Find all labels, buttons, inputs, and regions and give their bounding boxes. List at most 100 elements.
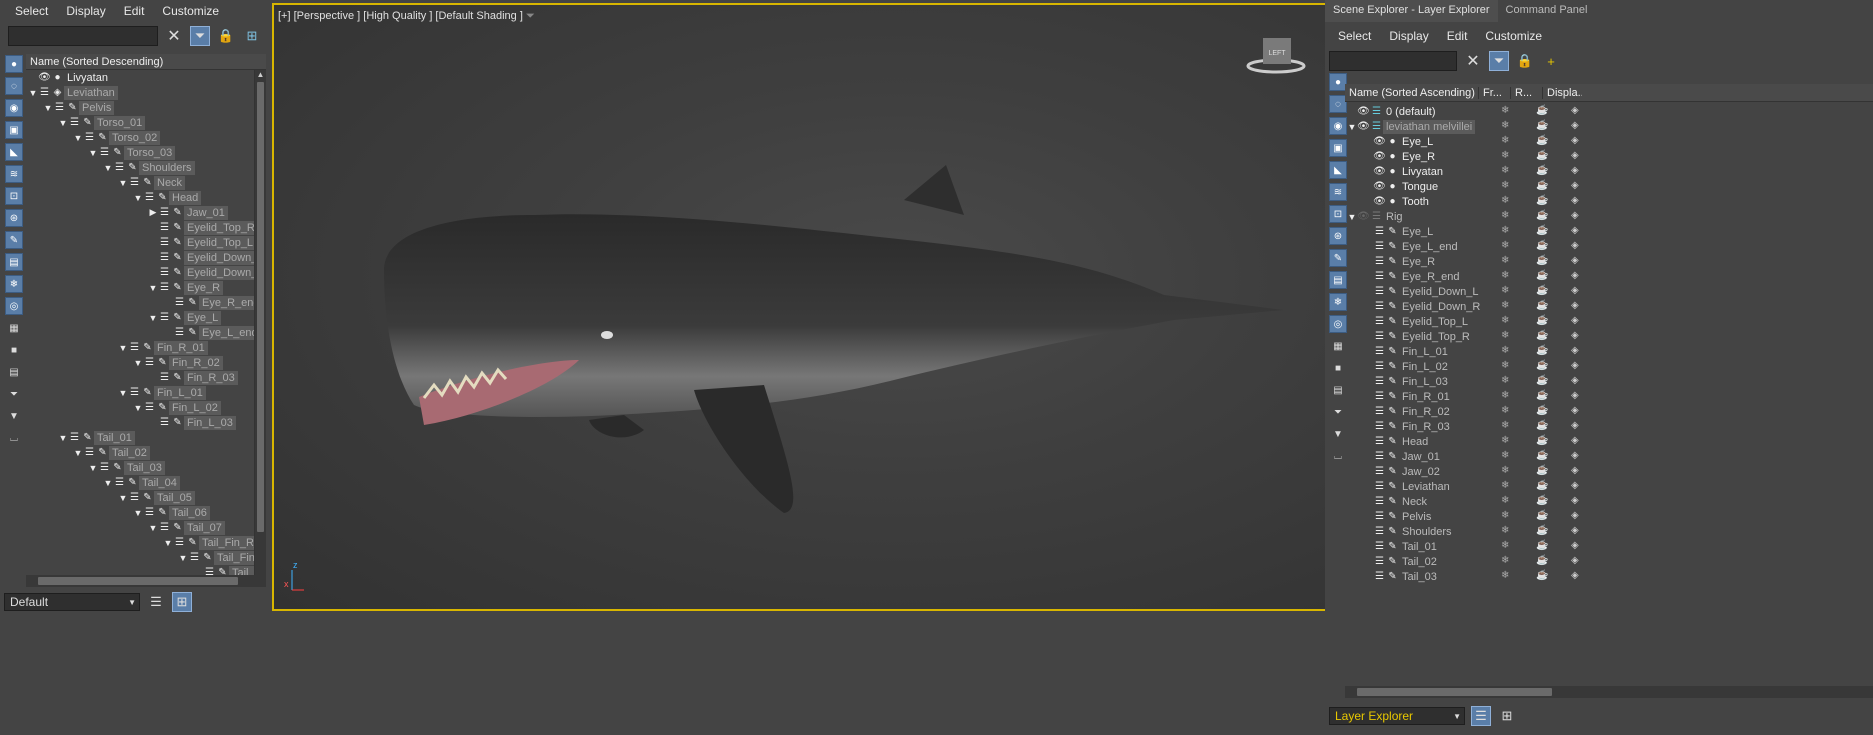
tree-row[interactable]: ▼☰✎Tail_Fin_R_02 bbox=[178, 550, 254, 565]
left-horizontal-scrollbar[interactable] bbox=[26, 575, 266, 587]
render-toggle-icon[interactable]: ☕ bbox=[1536, 210, 1548, 221]
display-mode-icon[interactable]: ◈ bbox=[1571, 360, 1579, 371]
expand-toggle-icon[interactable]: ▼ bbox=[148, 523, 158, 533]
display-mode-icon[interactable]: ◈ bbox=[1571, 135, 1579, 146]
spacewarp-filter-icon[interactable]: ≋ bbox=[5, 165, 23, 183]
visibility-eye-icon[interactable]: 👁 bbox=[38, 72, 51, 83]
freeze-toggle-icon[interactable]: ❄ bbox=[1501, 285, 1509, 296]
visibility-eye-icon[interactable]: 👁 bbox=[1357, 211, 1370, 222]
expand-toggle-icon[interactable]: ▼ bbox=[148, 283, 158, 293]
layers-icon[interactable]: ☰ bbox=[1373, 571, 1386, 582]
layers-icon[interactable]: ☰ bbox=[1373, 481, 1386, 492]
layers-icon[interactable]: ☰ bbox=[1373, 241, 1386, 252]
selection-set-icon[interactable]: ⌴ bbox=[5, 429, 23, 447]
layers-mode-icon[interactable]: ☰ bbox=[1471, 706, 1491, 726]
display-mode-icon[interactable]: ◈ bbox=[1571, 555, 1579, 566]
expand-toggle-icon[interactable]: ▼ bbox=[1347, 122, 1357, 132]
display-mode-icon[interactable]: ◈ bbox=[1571, 450, 1579, 461]
layers-icon[interactable]: ☰ bbox=[128, 492, 141, 503]
tree-row[interactable]: ▼ ☰ ✎ Tail_02 bbox=[73, 445, 150, 460]
visibility-eye-icon[interactable]: 👁 bbox=[1373, 181, 1386, 192]
layers-icon[interactable]: ☰ bbox=[158, 252, 171, 263]
layers-icon[interactable]: ☰ bbox=[128, 342, 141, 353]
freeze-toggle-icon[interactable]: ❄ bbox=[1501, 270, 1509, 281]
display-mode-icon[interactable]: ◈ bbox=[1571, 495, 1579, 506]
freeze-toggle-icon[interactable]: ❄ bbox=[1501, 525, 1509, 536]
tree-row[interactable]: ▼ ☰ ✎ Tail_06 bbox=[133, 505, 210, 520]
tree-row[interactable]: ▼ ☰ ✎ Eye_L bbox=[148, 310, 222, 325]
tree-row[interactable]: ☰✎Eyelid_Down_R bbox=[148, 250, 254, 265]
layers-icon[interactable]: ☰ bbox=[1373, 511, 1386, 522]
freeze-toggle-icon[interactable]: ❄ bbox=[1501, 390, 1509, 401]
display-mode-icon[interactable]: ◈ bbox=[1571, 390, 1579, 401]
layer-row[interactable]: ☰ ✎ Shoulders bbox=[1363, 524, 1455, 539]
expand-toggle-icon[interactable]: ▼ bbox=[148, 313, 158, 323]
display-mode-icon[interactable]: ◈ bbox=[1571, 300, 1579, 311]
layers-icon[interactable]: ☰ bbox=[1373, 301, 1386, 312]
tree-row[interactable]: ▼ ☰ ✎ Shoulders bbox=[103, 160, 195, 175]
right-horizontal-scrollbar[interactable] bbox=[1345, 686, 1873, 698]
layer-row[interactable]: 👁 ● Eye_R bbox=[1363, 149, 1438, 164]
layers-icon[interactable]: ☰ bbox=[113, 477, 126, 488]
expand-toggle-icon[interactable]: ▼ bbox=[1347, 212, 1357, 222]
render-toggle-icon[interactable]: ☕ bbox=[1536, 405, 1548, 416]
display-mode-icon[interactable]: ◈ bbox=[1571, 165, 1579, 176]
freeze-toggle-icon[interactable]: ❄ bbox=[1501, 180, 1509, 191]
layer-row[interactable]: ☰ ✎ Leviathan bbox=[1363, 479, 1453, 494]
tree-row[interactable]: ▼ ☰ ✎ Tail_03 bbox=[88, 460, 165, 475]
layers-icon[interactable]: ☰ bbox=[158, 267, 171, 278]
expand-toggle-icon[interactable]: ▼ bbox=[58, 433, 68, 443]
render-toggle-icon[interactable]: ☕ bbox=[1536, 420, 1548, 431]
layers-icon[interactable]: ☰ bbox=[158, 282, 171, 293]
tree-row[interactable]: ☰ ✎ Fin_R_03 bbox=[148, 370, 238, 385]
tree-row[interactable]: 👁 ● Livyatan bbox=[28, 70, 111, 85]
layers-icon[interactable]: ☰ bbox=[158, 417, 171, 428]
freeze-toggle-icon[interactable]: ❄ bbox=[1501, 540, 1509, 551]
layer-row[interactable]: ☰ ✎ Eyelid_Top_L bbox=[1363, 314, 1471, 329]
col-display[interactable]: Displa... bbox=[1542, 86, 1582, 99]
layer-row[interactable]: ☰ ✎ Eyelid_Down_L bbox=[1363, 284, 1481, 299]
layers-icon[interactable]: ☰ bbox=[1373, 391, 1386, 402]
freeze-toggle-icon[interactable]: ❄ bbox=[1501, 210, 1509, 221]
col-frozen[interactable]: Fr... bbox=[1478, 86, 1510, 99]
menu-display[interactable]: Display bbox=[57, 4, 114, 18]
menu-edit[interactable]: Edit bbox=[115, 4, 154, 18]
layer-row[interactable]: ☰ ✎ Head bbox=[1363, 434, 1431, 449]
layers-icon[interactable]: ☰ bbox=[158, 222, 171, 233]
display-mode-icon[interactable]: ◈ bbox=[1571, 195, 1579, 206]
left-search-input[interactable] bbox=[8, 26, 158, 46]
freeze-toggle-icon[interactable]: ❄ bbox=[1501, 225, 1509, 236]
layers-icon[interactable]: ☰ bbox=[1373, 421, 1386, 432]
layer-row[interactable]: ☰ ✎ Tail_03 bbox=[1363, 569, 1440, 584]
layers-icon[interactable]: ☰ bbox=[143, 192, 156, 203]
tree-row[interactable]: ▼ ☰ ✎ Fin_L_02 bbox=[133, 400, 221, 415]
expand-toggle-icon[interactable]: ▼ bbox=[118, 493, 128, 503]
freeze-toggle-icon[interactable]: ❄ bbox=[1501, 450, 1509, 461]
layer-row[interactable]: ☰ ✎ Fin_R_01 bbox=[1363, 389, 1453, 404]
display-mode-icon[interactable]: ◈ bbox=[1571, 255, 1579, 266]
freeze-toggle-icon[interactable]: ❄ bbox=[1501, 510, 1509, 521]
lock-icon[interactable]: 🔒 bbox=[1515, 51, 1535, 71]
layers-icon[interactable]: ☰ bbox=[1373, 376, 1386, 387]
layers-icon[interactable]: ☰ bbox=[83, 447, 96, 458]
layers-icon[interactable]: ☰ bbox=[98, 462, 111, 473]
particle-filter-icon[interactable]: ❄ bbox=[5, 275, 23, 293]
render-toggle-icon[interactable]: ☕ bbox=[1536, 225, 1548, 236]
layers-icon[interactable]: ☰ bbox=[1373, 436, 1386, 447]
layer-row[interactable]: ▼ 👁 ☰ leviathan melvillei bbox=[1347, 119, 1476, 134]
light-filter-icon[interactable]: ◉ bbox=[5, 99, 23, 117]
layers-icon[interactable]: ☰ bbox=[203, 567, 216, 575]
display-mode-icon[interactable]: ◈ bbox=[1571, 465, 1579, 476]
freeze-toggle-icon[interactable]: ❄ bbox=[1501, 405, 1509, 416]
layers-icon[interactable]: ☰ bbox=[128, 177, 141, 188]
invert-icon[interactable]: ▤ bbox=[5, 363, 23, 381]
group-filter-icon[interactable]: ⊡ bbox=[5, 187, 23, 205]
whale-model[interactable] bbox=[384, 165, 1284, 513]
layers-icon[interactable]: ☰ bbox=[1373, 466, 1386, 477]
layers-icon[interactable]: ☰ bbox=[83, 132, 96, 143]
freeze-toggle-icon[interactable]: ❄ bbox=[1501, 375, 1509, 386]
col-render[interactable]: R... bbox=[1510, 86, 1542, 99]
freeze-toggle-icon[interactable]: ❄ bbox=[1501, 240, 1509, 251]
hierarchy-mode-icon[interactable]: ⊞ bbox=[172, 592, 192, 612]
tree-row[interactable]: ☰ ✎ Fin_L_03 bbox=[148, 415, 236, 430]
